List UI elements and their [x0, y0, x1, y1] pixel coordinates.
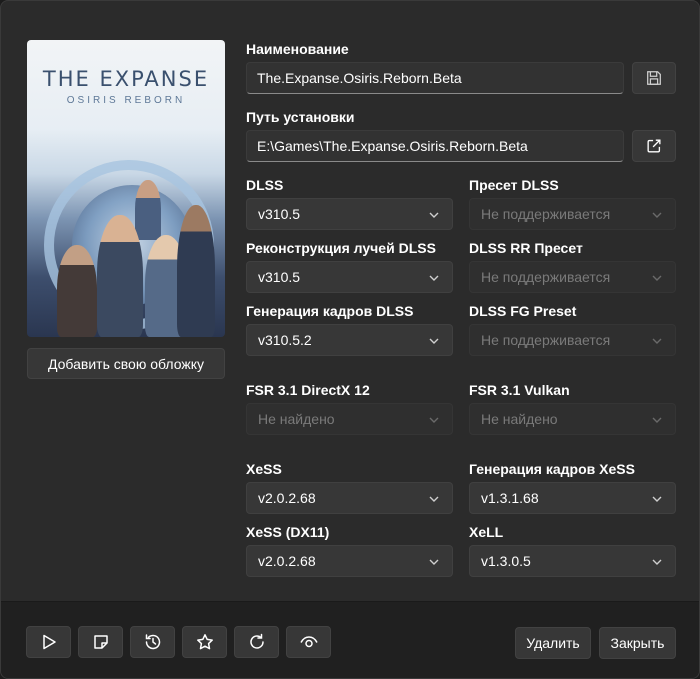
save-icon [647, 71, 661, 85]
refresh-button[interactable] [234, 626, 279, 658]
save-button[interactable] [632, 62, 676, 94]
xess-dx11-value: v2.0.2.68 [258, 553, 316, 569]
xess-fg-value: v1.3.1.68 [481, 490, 539, 506]
chevron-down-icon [429, 496, 439, 502]
cover-subtitle: OSIRIS REBORN [66, 95, 186, 106]
dlss-value: v310.5 [258, 206, 301, 222]
xell-select[interactable]: v1.3.0.5 [469, 545, 676, 577]
fsr-vulkan-select: Не найдено [469, 403, 676, 435]
open-folder-button[interactable] [632, 130, 676, 162]
chevron-down-icon [429, 338, 439, 344]
dlss-rr-label: Реконструкция лучей DLSS [246, 240, 436, 256]
chevron-down-icon [652, 212, 662, 218]
open-external-icon [647, 139, 661, 153]
xell-value: v1.3.0.5 [481, 553, 531, 569]
play-icon [42, 634, 56, 650]
xess-fg-label: Генерация кадров XeSS [469, 461, 635, 477]
name-input[interactable]: The.Expanse.Osiris.Reborn.Beta [246, 62, 624, 94]
dlss-rr-preset-select: Не поддерживается [469, 261, 676, 293]
dlss-fg-preset-value: Не поддерживается [481, 332, 611, 348]
name-label: Наименование [246, 41, 349, 57]
cover-character [135, 180, 161, 240]
chevron-down-icon [652, 417, 662, 423]
eye-icon [299, 636, 318, 648]
launch-game-button[interactable] [26, 626, 71, 658]
cover-character [97, 215, 143, 337]
dlss-preset-value: Не поддерживается [481, 206, 611, 222]
delete-button[interactable]: Удалить [515, 627, 591, 659]
dlss-fg-value: v310.5.2 [258, 332, 312, 348]
dlss-fg-label: Генерация кадров DLSS [246, 303, 414, 319]
chevron-down-icon [652, 559, 662, 565]
xess-fg-select[interactable]: v1.3.1.68 [469, 482, 676, 514]
xess-label: XeSS [246, 461, 282, 477]
game-settings-dialog: THE EXPANSE OSIRIS REBORN Добавить свою … [0, 0, 700, 679]
xess-value: v2.0.2.68 [258, 490, 316, 506]
xell-label: XeLL [469, 524, 504, 540]
favorite-button[interactable] [182, 626, 227, 658]
dlss-label: DLSS [246, 177, 284, 193]
dlss-rr-preset-label: DLSS RR Пресет [469, 240, 583, 256]
dlss-fg-preset-select: Не поддерживается [469, 324, 676, 356]
dlss-rr-preset-value: Не поддерживается [481, 269, 611, 285]
refresh-icon [249, 633, 264, 649]
game-cover-image: THE EXPANSE OSIRIS REBORN [27, 40, 225, 337]
dlss-fg-preset-label: DLSS FG Preset [469, 303, 577, 319]
chevron-down-icon [652, 338, 662, 344]
chevron-down-icon [429, 559, 439, 565]
dlss-select[interactable]: v310.5 [246, 198, 453, 230]
cover-title: THE EXPANSE [42, 67, 210, 91]
add-cover-button[interactable]: Добавить свою обложку [27, 348, 225, 379]
dlss-preset-select: Не поддерживается [469, 198, 676, 230]
cover-character [177, 205, 215, 337]
cover-character [57, 245, 97, 337]
path-label: Путь установки [246, 109, 355, 125]
dlss-preset-label: Пресет DLSS [469, 177, 559, 193]
fsr-dx12-select: Не найдено [246, 403, 453, 435]
chevron-down-icon [652, 496, 662, 502]
fsr-dx12-label: FSR 3.1 DirectX 12 [246, 382, 370, 398]
chevron-down-icon [429, 417, 439, 423]
note-icon [93, 635, 108, 649]
path-input[interactable]: E:\Games\The.Expanse.Osiris.Reborn.Beta [246, 130, 624, 162]
xess-dx11-label: XeSS (DX11) [246, 524, 330, 540]
dlss-rr-value: v310.5 [258, 269, 301, 285]
chevron-down-icon [429, 275, 439, 281]
dlss-fg-select[interactable]: v310.5.2 [246, 324, 453, 356]
close-button[interactable]: Закрыть [599, 627, 676, 659]
fsr-dx12-value: Не найдено [258, 411, 335, 427]
history-button[interactable] [130, 626, 175, 658]
xess-dx11-select[interactable]: v2.0.2.68 [246, 545, 453, 577]
visibility-button[interactable] [286, 626, 331, 658]
notes-button[interactable] [78, 626, 123, 658]
fsr-vulkan-value: Не найдено [481, 411, 558, 427]
chevron-down-icon [429, 212, 439, 218]
xess-select[interactable]: v2.0.2.68 [246, 482, 453, 514]
dlss-rr-select[interactable]: v310.5 [246, 261, 453, 293]
star-icon [196, 634, 213, 650]
history-icon [145, 634, 160, 650]
fsr-vulkan-label: FSR 3.1 Vulkan [469, 382, 570, 398]
chevron-down-icon [652, 275, 662, 281]
